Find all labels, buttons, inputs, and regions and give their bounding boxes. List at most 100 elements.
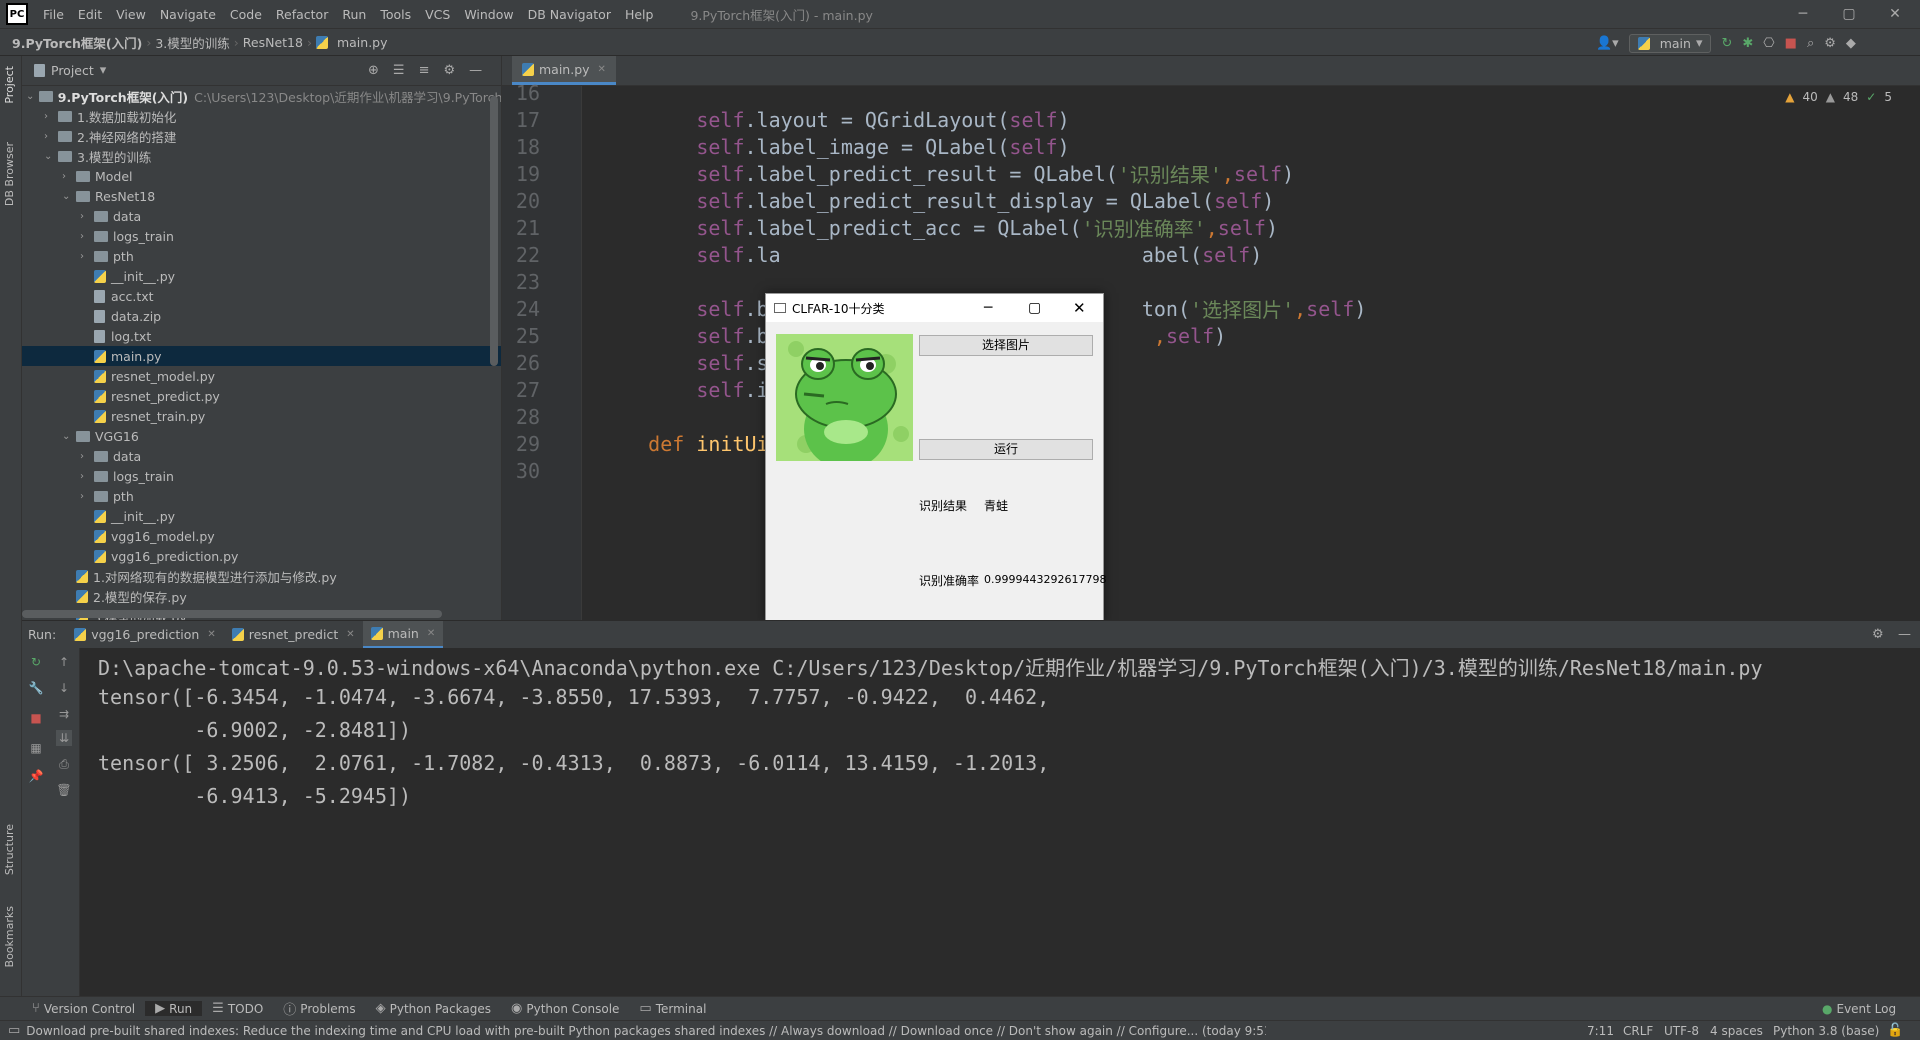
chevron-right-icon[interactable]: › [62,171,76,182]
tree-item[interactable]: data.zip [22,306,501,326]
locate-icon[interactable]: ⊕ [368,63,379,78]
chevron-down-icon[interactable]: ⌄ [44,151,58,162]
arrow-down-icon[interactable]: ↓ [56,680,72,696]
tree-item[interactable]: resnet_train.py [22,406,501,426]
run-tab-main[interactable]: main ✕ [362,620,444,649]
minimize-button[interactable]: ─ [1780,0,1826,28]
pin-icon[interactable]: 📌 [28,768,44,784]
lock-icon[interactable]: 🔓 [1887,1023,1903,1038]
chevron-right-icon[interactable]: › [80,251,94,262]
run-config-selector[interactable]: main ▾ [1628,34,1712,53]
tree-item[interactable]: › logs_train [22,226,501,246]
select-image-button[interactable]: 选择图片 [919,335,1093,356]
project-panel-title[interactable]: Project [51,63,94,78]
search-icon[interactable]: ⌕ [1807,36,1814,51]
version-control-tool[interactable]: ⑂ Version Control [22,1001,145,1016]
rerun-icon[interactable]: ↻ [28,654,44,670]
python-packages-tool[interactable]: ◈ Python Packages [366,1001,501,1016]
menu-db-navigator[interactable]: DB Navigator [521,7,618,22]
close-button[interactable]: ✕ [1872,0,1918,28]
hide-icon[interactable]: — [469,63,482,78]
minimize-icon[interactable]: ─ [984,300,992,316]
project-tool-tab[interactable]: Project [3,66,16,104]
tree-item[interactable]: 1.对网络现有的数据模型进行添加与修改.py [22,566,501,586]
gear-icon[interactable]: ⚙ [1824,36,1836,51]
wrench-icon[interactable]: 🔧 [28,680,44,696]
tree-item[interactable]: › 1.数据加载初始化 [22,106,501,126]
menu-code[interactable]: Code [223,7,269,22]
close-icon[interactable]: ✕ [1073,299,1086,317]
tree-item[interactable]: ⌄ VGG16 [22,426,501,446]
menu-edit[interactable]: Edit [71,7,109,22]
python-console-tool[interactable]: ◉ Python Console [501,1001,629,1016]
menu-vcs[interactable]: VCS [418,7,457,22]
tree-root[interactable]: ⌄ 9.PyTorch框架(入门) C:\Users\123\Desktop\近… [22,86,501,106]
inspection-widget[interactable]: ▲ 40 ▲ 48 ✓ 5 [1785,90,1892,104]
python-interpreter[interactable]: Python 3.8 (base) [1773,1024,1879,1038]
tree-item[interactable]: › data [22,206,501,226]
debug-icon[interactable]: ✱ [1742,36,1753,51]
stop-icon[interactable]: ■ [28,710,44,726]
tree-item[interactable]: 2.模型的保存.py [22,586,501,606]
menu-run[interactable]: Run [335,7,373,22]
line-separator[interactable]: CRLF [1623,1024,1653,1038]
tree-item[interactable]: __init__.py [22,506,501,526]
menu-tools[interactable]: Tools [373,7,418,22]
menu-view[interactable]: View [109,7,153,22]
menu-file[interactable]: File [36,7,71,22]
trash-icon[interactable]: 🗑 [56,782,72,798]
tree-item[interactable]: main.py [22,346,501,366]
rerun-icon[interactable]: ↻ [1721,36,1732,51]
breadcrumb-project[interactable]: 9.PyTorch框架(入门) [8,33,146,52]
hide-icon[interactable]: — [1898,627,1911,642]
tree-item[interactable]: ⌄ 3.模型的训练 [22,146,501,166]
user-icon[interactable]: 👤▾ [1596,36,1619,51]
run-console[interactable]: D:\apache-tomcat-9.0.53-windows-x64\Anac… [80,648,1920,996]
menu-window[interactable]: Window [457,7,520,22]
chevron-right-icon[interactable]: › [44,131,58,142]
run-tool[interactable]: ▶ Run [145,1001,203,1016]
tree-item[interactable]: › data [22,446,501,466]
expand-all-icon[interactable]: ☰ [393,63,405,78]
tree-item[interactable]: vgg16_model.py [22,526,501,546]
tree-item[interactable]: › 2.神经网络的搭建 [22,126,501,146]
scroll-to-end-icon[interactable]: ⇊ [56,730,72,746]
tree-item[interactable]: ⌄ ResNet18 [22,186,501,206]
indent-setting[interactable]: 4 spaces [1710,1024,1763,1038]
breadcrumb-subfolder[interactable]: ResNet18 [239,35,307,50]
event-log-tool[interactable]: ● Event Log [1812,1002,1906,1016]
run-tab-vgg16-prediction[interactable]: vgg16_prediction ✕ [66,621,224,649]
tree-item[interactable]: › Model [22,166,501,186]
layout-icon[interactable]: ▦ [28,740,44,756]
tree-item[interactable]: acc.txt [22,286,501,306]
horizontal-scrollbar[interactable] [22,610,442,618]
chevron-down-icon[interactable]: ⌄ [62,431,76,442]
bookmarks-tool-tab[interactable]: Bookmarks [3,906,16,967]
tree-item[interactable]: log.txt [22,326,501,346]
tree-item[interactable]: __init__.py [22,266,501,286]
soft-wrap-icon[interactable]: ⇉ [56,706,72,722]
menu-refactor[interactable]: Refactor [269,7,335,22]
file-encoding[interactable]: UTF-8 [1664,1024,1699,1038]
gear-icon[interactable]: ⚙ [443,63,455,78]
vertical-scrollbar[interactable] [490,96,498,366]
structure-tool-tab[interactable]: Structure [3,824,16,875]
chevron-right-icon[interactable]: › [80,471,94,482]
chevron-down-icon[interactable]: ▾ [100,63,107,78]
close-icon[interactable]: ✕ [207,629,215,640]
chevron-right-icon[interactable]: › [80,211,94,222]
run-button[interactable]: 运行 [919,439,1093,460]
chevron-right-icon[interactable]: › [80,451,94,462]
tree-item[interactable]: resnet_model.py [22,366,501,386]
cursor-position[interactable]: 7:11 [1587,1024,1614,1038]
breadcrumb-file[interactable]: main.py [333,35,392,50]
breadcrumb-folder[interactable]: 3.模型的训练 [151,33,233,52]
arrow-up-icon[interactable]: ↑ [56,654,72,670]
chevron-right-icon[interactable]: › [44,111,58,122]
todo-tool[interactable]: ☰ TODO [202,1001,273,1016]
close-icon[interactable]: ✕ [346,629,354,640]
print-icon[interactable]: ⎙ [56,756,72,772]
menu-navigate[interactable]: Navigate [153,7,223,22]
terminal-tool[interactable]: ▭ Terminal [629,1001,716,1016]
chevron-down-icon[interactable]: ⌄ [62,191,76,202]
